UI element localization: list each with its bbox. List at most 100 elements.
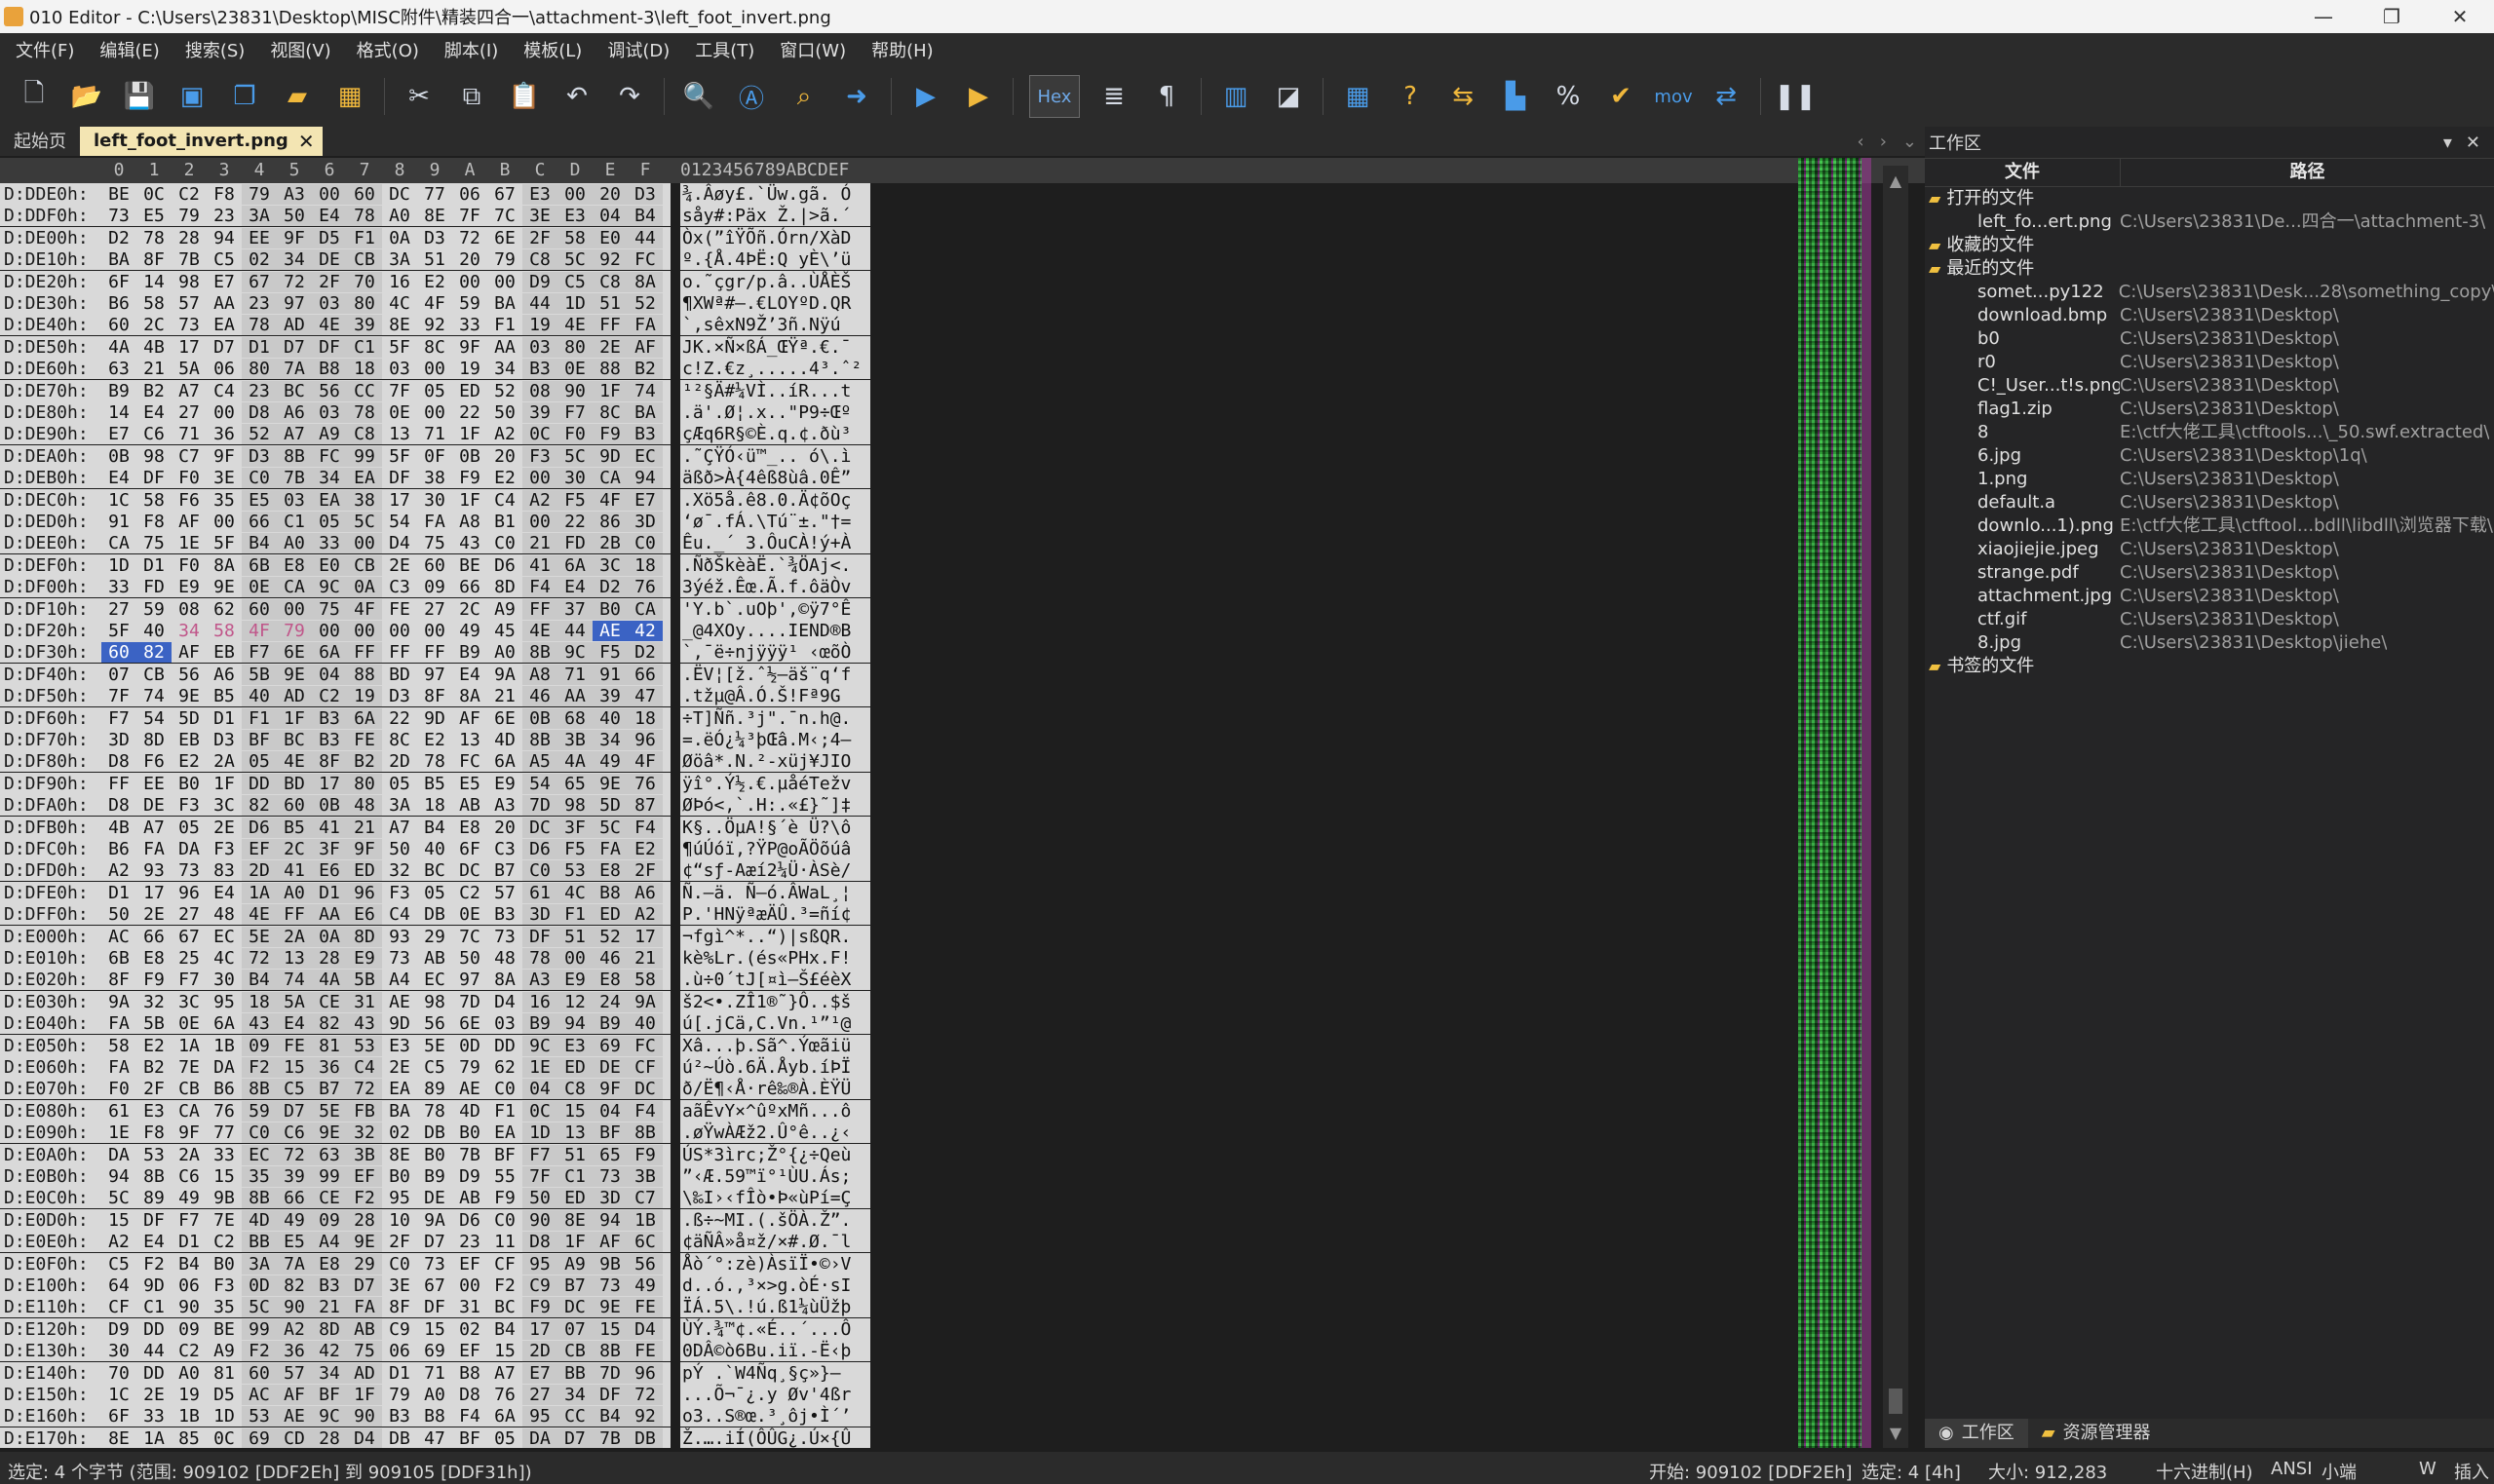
hex-byte[interactable]: 51	[417, 249, 452, 270]
hex-byte[interactable]: D4	[628, 1318, 663, 1340]
hex-byte[interactable]: 30	[101, 1341, 136, 1361]
hex-byte[interactable]: 13	[452, 730, 487, 750]
hex-byte[interactable]: C9	[382, 1319, 417, 1340]
hex-byte[interactable]: DE	[136, 795, 172, 816]
hex-byte[interactable]: 1C	[101, 1385, 136, 1405]
hex-byte[interactable]: 4F	[242, 621, 277, 641]
hex-byte[interactable]: 93	[136, 860, 172, 881]
ascii-text[interactable]: .ß÷~MI.(.šÖÀ.Ž”.	[682, 1210, 851, 1231]
status-w[interactable]: W	[2419, 1459, 2436, 1479]
hex-byte[interactable]: 44	[557, 621, 593, 641]
hex-byte[interactable]: F1	[487, 315, 522, 335]
hex-byte[interactable]: D1	[101, 883, 136, 903]
hex-byte[interactable]: 5A	[172, 359, 207, 379]
hex-byte[interactable]: BA	[487, 293, 522, 314]
hex-byte[interactable]: 0C	[522, 1100, 557, 1122]
hex-byte[interactable]: 90	[277, 1297, 312, 1318]
hex-byte[interactable]: D5	[312, 227, 347, 248]
hex-byte[interactable]: AE	[593, 621, 628, 641]
hex-byte[interactable]: B4	[242, 970, 277, 991]
histogram-icon[interactable]: ▙	[1497, 76, 1534, 117]
hex-byte[interactable]: 13	[277, 948, 312, 969]
hex-byte[interactable]: 98	[417, 992, 452, 1012]
hex-byte[interactable]: 99	[347, 445, 382, 467]
hex-byte[interactable]: 9F	[277, 227, 312, 248]
hex-byte[interactable]: 37	[557, 598, 593, 620]
hex-byte[interactable]: 78	[347, 402, 382, 423]
hex-byte[interactable]: B3	[312, 707, 347, 729]
hex-byte[interactable]: A0	[417, 1385, 452, 1405]
hex-row[interactable]: D:E000h: AC 66 67 EC 5E 2A 0A 8D 93 29 7C 73 DF 51 52 17…	[0, 925, 1798, 947]
hex-byte[interactable]: 2D	[522, 1341, 557, 1362]
ascii-text[interactable]: Øöâ*.N.²-xüj¥JIO	[682, 751, 851, 772]
ascii-text[interactable]: .˜ÇŸÓ‹ü™_.. ó\.ì	[682, 446, 851, 467]
hex-byte[interactable]: 6A	[487, 751, 522, 772]
hex-byte[interactable]: DF	[417, 1297, 452, 1317]
hex-byte[interactable]: 71	[417, 1363, 452, 1384]
hex-byte[interactable]: 66	[452, 577, 487, 597]
hex-byte[interactable]: BE	[207, 1319, 242, 1340]
hex-byte[interactable]: DB	[628, 1427, 663, 1448]
hex-byte[interactable]: EA	[347, 468, 382, 489]
hex-row[interactable]: D:DF60h: F7 54 5D D1 F1 1F B3 6A 22 9D AF 6E 0B 68 40 18…	[0, 706, 1798, 729]
hex-byte[interactable]: BC	[417, 860, 452, 881]
hex-byte[interactable]: FE	[628, 1341, 663, 1362]
hex-byte[interactable]: F3	[382, 883, 417, 903]
menu-debug[interactable]: 调试(D)	[592, 37, 679, 62]
hex-byte[interactable]: 66	[628, 664, 663, 685]
hex-byte[interactable]: 95	[207, 992, 242, 1012]
hex-byte[interactable]: 49	[593, 751, 628, 773]
hex-byte[interactable]: 07	[557, 1318, 593, 1340]
hex-row[interactable]: D:E150h: 1C 2E 19 D5 AC AF BF 1F 79 A0 D8 76 27 34 DF 72…	[0, 1384, 1798, 1405]
hex-byte[interactable]: 54	[522, 773, 557, 794]
hex-byte[interactable]: D6	[522, 839, 557, 859]
ascii-text[interactable]: ¢“sƒ-Aæí2¼Ü·ÀSè/	[682, 860, 851, 881]
hex-byte[interactable]: E3	[136, 1101, 172, 1122]
group-open-files[interactable]: ▰ 打开的文件	[1925, 187, 2494, 210]
paragraph-icon[interactable]: ¶	[1148, 76, 1185, 117]
hex-byte[interactable]: DB	[382, 1428, 417, 1448]
hex-byte[interactable]: C2	[452, 883, 487, 903]
hex-byte[interactable]: 2E	[136, 904, 172, 925]
hex-byte[interactable]: 30	[557, 468, 593, 489]
hex-byte[interactable]: 85	[172, 1428, 207, 1448]
hex-byte[interactable]: 0E	[382, 402, 417, 423]
vertical-scrollbar[interactable]: ▲ ▼	[1883, 166, 1908, 1448]
ascii-text[interactable]: Ñ.–ä. Ñ–ó.ÂWaL¸¦	[682, 883, 851, 903]
hex-byte[interactable]: 8B	[242, 1188, 277, 1209]
hex-byte[interactable]: DA	[522, 1427, 557, 1448]
hex-byte[interactable]: 0A	[312, 926, 347, 947]
hex-byte[interactable]: F2	[487, 1275, 522, 1296]
hex-byte[interactable]: 3D	[593, 1188, 628, 1209]
hex-byte[interactable]: 32	[382, 860, 417, 881]
hex-byte[interactable]: 15	[487, 1341, 522, 1361]
hex-byte[interactable]: 17	[522, 1318, 557, 1340]
calculator-icon[interactable]: ▦	[1339, 76, 1376, 117]
hex-byte[interactable]: F7	[172, 1210, 207, 1231]
hex-byte[interactable]: 78	[522, 948, 557, 969]
hex-row[interactable]: D:DE60h: 63 21 5A 06 80 7A B8 18 03 00 19 34 B3 0E 88 B2…	[0, 358, 1798, 380]
hex-byte[interactable]: 1F	[277, 707, 312, 729]
hex-byte[interactable]: 3A	[382, 795, 417, 816]
hex-byte[interactable]: 9D	[136, 1275, 172, 1296]
ascii-text[interactable]: P.'HNÿªæÄÛ.³=ñí¢	[682, 904, 851, 925]
hex-byte[interactable]: DA	[207, 1057, 242, 1078]
hex-byte[interactable]: 8F	[382, 1297, 417, 1317]
hex-row[interactable]: D:E140h: 70 DD A0 81 60 57 34 AD D1 71 B8 A7 E7 BB 7D 96…	[0, 1361, 1798, 1384]
hex-byte[interactable]: 19	[452, 359, 487, 379]
hex-byte[interactable]: 8E	[417, 206, 452, 226]
hex-row[interactable]: D:DEC0h: 1C 58 F6 35 E5 03 EA 38 17 30 1F C4 A2 F5 4F E7…	[0, 488, 1798, 511]
hex-byte[interactable]: 06	[172, 1275, 207, 1296]
hex-byte[interactable]: 72	[277, 1144, 312, 1165]
hex-byte[interactable]: 6A	[207, 1013, 242, 1034]
ascii-text[interactable]: ¬fgì^*..“)|sßQR.	[682, 927, 851, 947]
hex-byte[interactable]: CB	[557, 1341, 593, 1362]
hex-byte[interactable]: DE	[312, 249, 347, 271]
workspace-file-item[interactable]: 6.jpg C:\Users\23831\Desktop\1q\	[1925, 444, 2494, 468]
hex-byte[interactable]: B2	[136, 1057, 172, 1078]
hex-byte[interactable]: B9	[593, 1013, 628, 1035]
hex-byte[interactable]: 7D	[522, 795, 557, 817]
hex-byte[interactable]: 56	[417, 1013, 452, 1034]
hex-byte[interactable]: B8	[417, 1406, 452, 1427]
hex-byte[interactable]: F3	[207, 839, 242, 859]
